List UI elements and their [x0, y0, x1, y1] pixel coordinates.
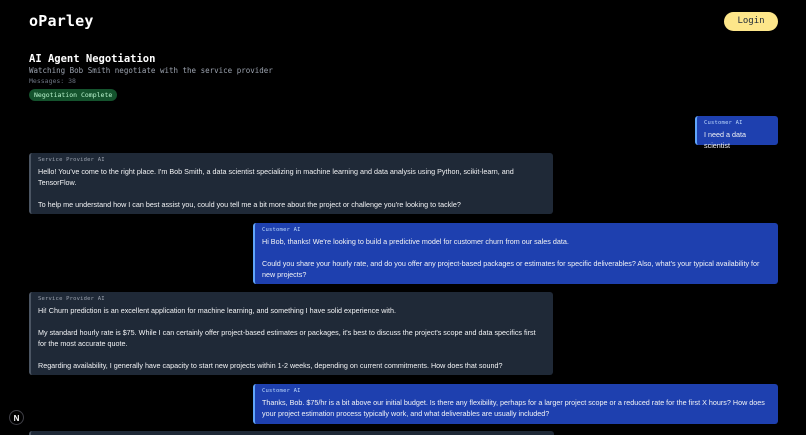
message-text: Could you share your hourly rate, and do…	[262, 259, 760, 279]
message-text: Thanks, Bob. $75/hr is a bit above our i…	[262, 398, 765, 418]
message-text: I need a data scientist	[704, 130, 746, 150]
message-customer: Customer AI Hi Bob, thanks! We're lookin…	[253, 223, 778, 284]
message-text: My standard hourly rate is $75. While I …	[38, 328, 536, 348]
message-sender: Service Provider AI	[38, 296, 105, 302]
login-button[interactable]: Login	[724, 12, 778, 31]
message-sender: Service Provider AI	[38, 157, 105, 163]
message-provider: Service Provider AI Hello! You've come t…	[29, 153, 553, 214]
message-text: To help me understand how I can best ass…	[38, 200, 461, 209]
messages-count: Messages: 38	[29, 77, 76, 85]
message-text: Regarding availability, I generally have…	[38, 361, 503, 370]
n-logo-icon[interactable]: N	[9, 410, 24, 425]
message-provider: Service Provider AI Hi! Churn prediction…	[29, 292, 553, 375]
page: oParley Login AI Agent Negotiation Watch…	[0, 0, 806, 435]
message-customer: Customer AI I need a data scientist	[695, 116, 778, 150]
message-sender: Customer AI	[262, 388, 301, 394]
status-badge: Negotiation Complete	[29, 89, 118, 101]
message-text: Hi Bob, thanks! We're looking to build a…	[262, 237, 569, 246]
brand-logo[interactable]: oParley	[29, 12, 94, 30]
message-text: Hi! Churn prediction is an excellent app…	[38, 306, 396, 315]
message-provider-partial	[29, 431, 554, 435]
message-sender: Customer AI	[704, 120, 743, 126]
page-subtitle: Watching Bob Smith negotiate with the se…	[29, 66, 273, 75]
message-sender: Customer AI	[262, 227, 301, 233]
message-text: Hello! You've come to the right place. I…	[38, 167, 514, 187]
page-title: AI Agent Negotiation	[29, 53, 156, 65]
message-customer: Customer AI Thanks, Bob. $75/hr is a bit…	[253, 384, 778, 424]
